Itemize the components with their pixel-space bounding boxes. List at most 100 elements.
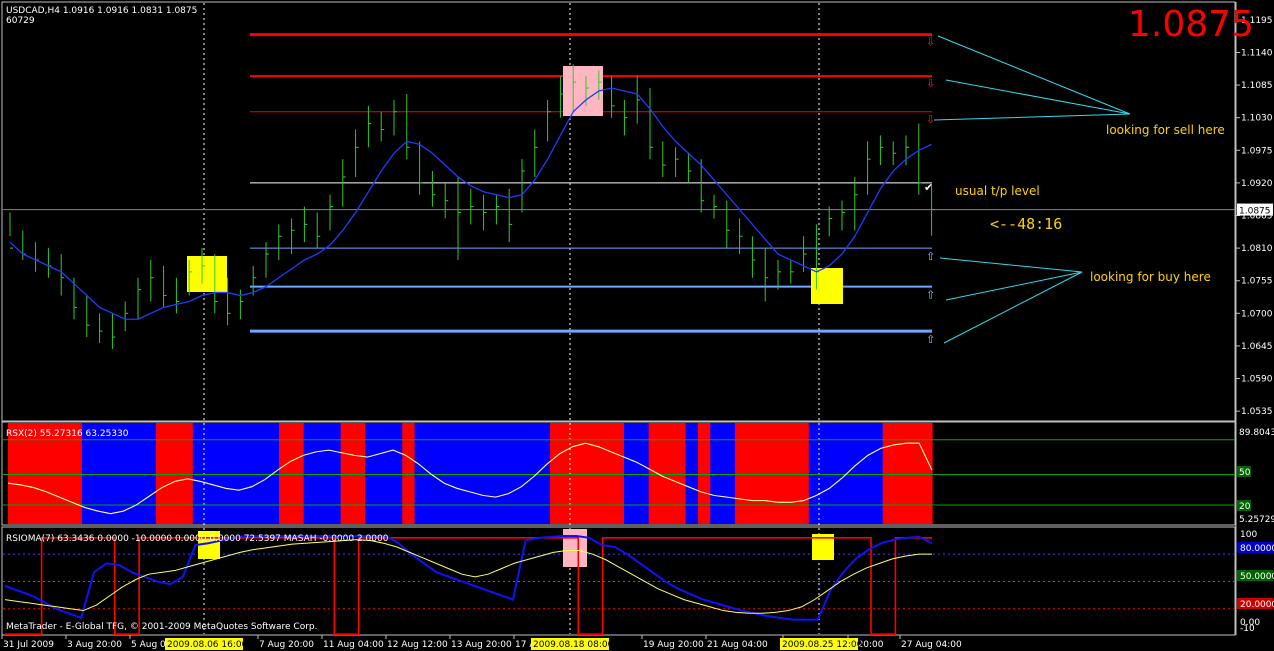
rsx-regime-block — [808, 423, 822, 524]
rsioma-label: RSIOMA(7) 63.3436 0.0000 -10.0000 0.0000… — [6, 534, 389, 544]
up-arrow-icon: ⇧ — [926, 250, 935, 263]
price-tick-label: 1.0700 — [1241, 309, 1273, 319]
rsx-regime-block — [155, 423, 169, 524]
highlight-boxes — [187, 66, 843, 304]
rsx-regime-block — [131, 423, 145, 524]
price-bars — [9, 64, 935, 349]
rsioma-tick-label: 100 — [1240, 530, 1257, 540]
price-axis: 1.11951.11401.10851.10301.09751.09201.08… — [1235, 2, 1273, 635]
main-panel-frame — [1, 1, 1236, 422]
rsx-regime-block — [673, 423, 687, 524]
time-tick-label: 21 Aug 04:00 — [707, 640, 768, 650]
time-highlight-label: 2009.08.06 16:00 — [167, 640, 248, 650]
current-price-tag: 1.0875 — [1239, 207, 1271, 217]
rsx-label: RSX(2) 55.27316 63.25330 — [6, 429, 129, 439]
time-tick-label: 5 Aug 0 — [131, 640, 166, 650]
price-tick-label: 1.1140 — [1241, 48, 1273, 58]
rsx-regime-background — [8, 423, 933, 524]
rsx-regime-block — [919, 423, 933, 524]
rsx-regime-block — [648, 423, 662, 524]
rsx-regime-block — [858, 423, 871, 524]
rsx-regime-block — [303, 423, 317, 524]
rsx-regime-block — [537, 423, 551, 524]
buy-callout-line — [945, 271, 1083, 301]
rsx-regime-block — [636, 423, 650, 524]
rsx-regime-block — [229, 423, 243, 524]
sell-callout-line — [945, 79, 1131, 115]
rsx-tick-label: 89.8043 — [1239, 428, 1274, 438]
rsioma-blue-line — [4, 535, 933, 621]
rsx-regime-block — [476, 423, 490, 524]
price-tick-label: 1.0920 — [1241, 179, 1273, 189]
buy-annotation: looking for buy here — [1090, 270, 1211, 284]
rsx-regime-block — [389, 423, 403, 524]
rsx-tick-label: 50 — [1239, 468, 1251, 478]
down-arrow-icon: ⇩ — [926, 77, 935, 90]
rsx-regime-block — [426, 423, 440, 524]
symbol-header: USDCAD,H4 1.0916 1.0916 1.0831 1.0875 — [6, 6, 197, 16]
rsx-regime-block — [574, 423, 588, 524]
down-arrow-icon: ⇩ — [926, 36, 935, 49]
rsioma-tick-label: 80.0000 — [1240, 544, 1274, 554]
rsx-regime-block — [796, 423, 810, 524]
price-tick-label: 1.1085 — [1241, 81, 1273, 91]
rsx-regime-block — [734, 423, 748, 524]
rsx-regime-block — [907, 423, 921, 524]
rsioma-tick-label: 50.0000 — [1240, 572, 1274, 582]
price-tick-label: 1.0535 — [1241, 407, 1273, 417]
price-tick-label: 1.0755 — [1241, 277, 1273, 287]
rsx-regime-block — [463, 423, 477, 524]
rsx-regime-block — [513, 423, 527, 524]
rsx-regime-block — [242, 423, 255, 524]
sell-annotation: looking for sell here — [1106, 123, 1225, 137]
rsx-regime-block — [550, 423, 563, 524]
rsx-regime-block — [771, 423, 785, 524]
time-tick-label: 13 Aug 20:00 — [451, 640, 512, 650]
rsx-regime-block — [895, 423, 908, 524]
rsx-regime-block — [685, 423, 699, 524]
sub-header: 60729 — [6, 16, 35, 26]
down-arrow-icon: ⇩ — [926, 113, 935, 126]
price-tick-label: 1.0590 — [1241, 375, 1273, 385]
rsx-regime-block — [784, 423, 798, 524]
big-price: 1.0875 — [1128, 4, 1254, 45]
rsx-regime-block — [845, 423, 859, 524]
rsioma-indicator: 10080.000050.000020.00000.00-10 — [3, 529, 1274, 635]
timer-annotation: <--48:16 — [990, 215, 1062, 233]
rsx-regime-block — [414, 423, 428, 524]
rsx-regime-block — [624, 423, 637, 524]
rsx-tick-label: 5.25729 — [1239, 515, 1274, 525]
rsx-regime-block — [180, 423, 194, 524]
sell-callout-line — [937, 35, 1131, 115]
rsx-regime-block — [205, 423, 219, 524]
rsx-regime-block — [439, 423, 453, 524]
rsx-regime-block — [365, 423, 379, 524]
rsx-regime-block — [451, 423, 465, 524]
buy-callout-line — [939, 257, 1083, 273]
price-tick-label: 1.0810 — [1241, 244, 1273, 254]
time-tick-label: 31 Jul 2009 — [3, 640, 54, 650]
rsx-regime-block — [660, 423, 674, 524]
rsx-regime-block — [500, 423, 514, 524]
rsx-regime-block — [291, 423, 305, 524]
rsx-regime-block — [562, 423, 576, 524]
rsx-regime-block — [217, 423, 231, 524]
rsx-regime-block — [722, 423, 736, 524]
rsx-regime-block — [143, 423, 157, 524]
rsx-regime-block — [759, 423, 773, 524]
rsx-regime-block — [488, 423, 502, 524]
up-arrow-icon: ⇧ — [926, 333, 935, 346]
time-tick-label: 27 Aug 04:00 — [901, 640, 962, 650]
tp-annotation: usual t/p level — [955, 184, 1040, 198]
rsx-regime-block — [697, 423, 711, 524]
chart-canvas[interactable]: ⇩⇩⇩✔⇧⇧⇧ 89.804350205.25729 10080.000050.… — [0, 0, 1274, 651]
buy-box-2 — [811, 268, 843, 304]
rsx-regime-block — [340, 423, 354, 524]
time-tick-label: 11 Aug 04:00 — [323, 640, 384, 650]
time-highlight-label: 2009.08.25 12:00 — [782, 640, 863, 650]
rsx-regime-block — [377, 423, 391, 524]
rsx-regime-block — [254, 423, 268, 524]
rsx-regime-block — [316, 423, 329, 524]
rsx-regime-block — [611, 423, 625, 524]
time-tick-label: 19 Aug 20:00 — [643, 640, 704, 650]
